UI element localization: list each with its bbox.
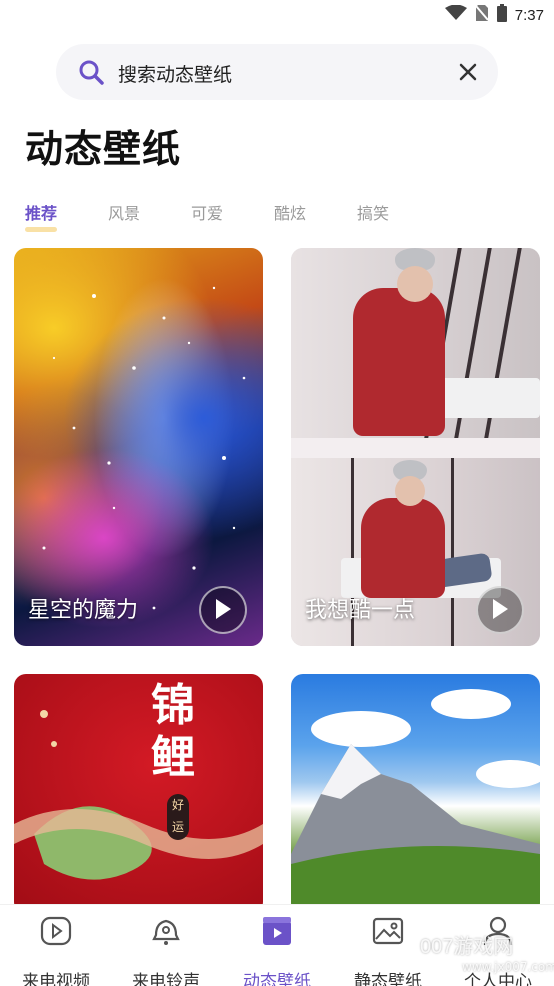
tab-cool[interactable]: 酷炫 [274,200,357,224]
tab-funny[interactable]: 搞笑 [357,200,440,224]
nav-label: 静态壁纸 [354,972,422,986]
search-icon[interactable] [78,59,104,85]
nav-label: 来电铃声 [132,972,200,986]
tab-label: 酷炫 [274,204,307,223]
lucky-stamp: 好运 [167,794,189,840]
wallpaper-card-koi[interactable]: 锦鲤 好运 [14,674,263,914]
close-icon[interactable] [458,62,478,82]
mountain-image [291,689,540,914]
play-circle-icon [40,915,72,947]
app-screen: 7:37 搜索动态壁纸 动态壁纸 推荐 风景 可爱 酷炫 搞笑 星空的魔力 我想… [0,0,554,986]
status-icons: 7:37 [444,4,544,26]
status-bar: 7:37 [0,0,554,30]
card-caption: 星空的魔力 [28,598,139,623]
caption-strip [291,438,540,458]
no-sim-icon [475,4,489,26]
search-bar[interactable]: 搜索动态壁纸 [56,44,498,100]
tab-label: 推荐 [25,204,58,223]
tab-label: 可爱 [191,204,224,223]
calligraphy-title: 锦鲤 [151,680,195,783]
wallpaper-card-girl[interactable]: 我想酷一点 [291,248,540,646]
site-watermark: 007游戏网 [420,936,514,958]
search-input[interactable]: 搜索动态壁纸 [118,60,232,87]
tab-label: 风景 [108,204,141,223]
status-time: 7:37 [514,6,544,24]
category-tabs: 推荐 风景 可爱 酷炫 搞笑 [25,200,440,232]
photo-top [291,248,540,438]
tab-scenery[interactable]: 风景 [108,200,191,224]
site-watermark-url: www.jx007.com [462,960,554,974]
video-clapper-icon [261,915,293,947]
battery-icon [496,4,507,26]
active-tab-indicator [25,227,57,232]
wifi-icon [444,4,467,25]
tab-cute[interactable]: 可爱 [191,200,274,224]
play-button[interactable] [476,586,524,634]
play-icon [493,599,508,619]
play-button[interactable] [199,586,247,634]
nav-call-video[interactable]: 来电视频 [6,915,106,986]
nav-live-wallpaper[interactable]: 动态壁纸 [227,915,327,986]
tab-recommended[interactable]: 推荐 [25,200,108,232]
nav-label: 动态壁纸 [243,972,311,986]
nav-ringtone[interactable]: 来电铃声 [116,915,216,986]
wallpaper-card-galaxy[interactable]: 星空的魔力 [14,248,263,646]
play-icon [216,599,231,619]
bell-icon [150,915,182,947]
image-icon [372,915,404,947]
tab-label: 搞笑 [357,204,390,223]
card-caption: 我想酷一点 [305,598,416,623]
page-title: 动态壁纸 [25,127,182,171]
nav-label: 来电视频 [22,972,90,986]
koi-illustration [14,710,263,880]
wallpaper-card-mountain[interactable] [291,674,540,914]
